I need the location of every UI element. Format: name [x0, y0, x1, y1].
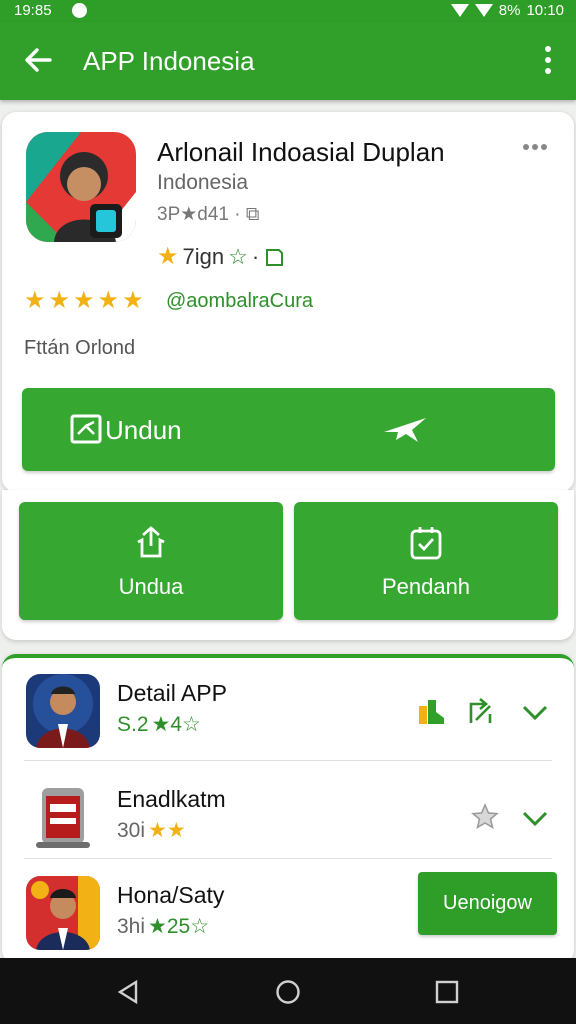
app-meta: 3P★d41 · ⧉	[157, 204, 260, 225]
list-item-rating: 3hi ★25☆	[117, 914, 209, 939]
list-item-score: 3hi	[117, 914, 146, 938]
app-thumbnail	[26, 780, 100, 854]
developer-handle[interactable]: @aombalraCura	[166, 290, 313, 313]
app-bar: APP Indonesia	[0, 22, 576, 100]
star-icon: ★	[24, 287, 46, 314]
page-title: APP Indonesia	[83, 46, 255, 76]
airplane-icon	[384, 418, 426, 442]
install-button[interactable]: Uenoigow	[418, 872, 557, 935]
list-item-name: Hona/Saty	[117, 882, 225, 908]
image-edit-icon	[70, 414, 102, 444]
chevron-down-icon[interactable]	[520, 802, 550, 832]
more-horizontal-icon[interactable]	[522, 141, 548, 153]
star-icon: ★	[48, 287, 71, 314]
list-item-stars: ★4☆	[151, 713, 201, 736]
chart-icon[interactable]	[416, 696, 446, 726]
list-item-rating: 30i ★★	[117, 818, 186, 843]
signal-icon	[474, 4, 493, 17]
status-indicators: 8% 10:10	[450, 2, 564, 19]
pendah-button[interactable]: Pendanh	[294, 502, 558, 620]
upload-icon	[137, 526, 165, 558]
notification-icon	[72, 3, 87, 18]
app-rating-text: 7ign	[182, 244, 225, 269]
download-label: Undun	[105, 415, 182, 445]
list-item-name: Enadlkatm	[117, 786, 226, 812]
star-icon: ★	[73, 287, 95, 314]
list-item-stars: ★★	[148, 819, 186, 842]
app-thumbnail	[26, 876, 100, 950]
app-icon	[26, 132, 136, 242]
arrow-left-icon[interactable]	[22, 44, 54, 76]
app-developer: Indonesia	[157, 171, 249, 194]
pendah-label: Pendanh	[381, 574, 471, 599]
list-item-rating: S.2 ★4☆	[117, 712, 201, 737]
divider	[24, 760, 552, 761]
star-outline-icon: ☆	[228, 244, 248, 269]
wifi-icon	[450, 4, 469, 17]
app-thumbnail	[26, 674, 100, 748]
app-name: Arlonail Indoasial Duplan	[157, 137, 445, 167]
unduh-label: Undua	[118, 574, 184, 599]
separator-dot: ·	[251, 244, 260, 269]
home-nav-icon[interactable]	[275, 979, 301, 1005]
bookmark-icon[interactable]	[263, 246, 285, 268]
status-time: 19:85	[14, 2, 52, 19]
calendar-check-icon	[410, 527, 442, 560]
system-nav-bar	[0, 958, 576, 1024]
more-vertical-icon[interactable]	[538, 44, 558, 76]
star-icon: ★	[122, 287, 144, 314]
download-button[interactable]: Undun	[22, 388, 555, 471]
star-outline-icon[interactable]	[470, 802, 500, 832]
unduh-button[interactable]: Undua	[19, 502, 283, 620]
status-bar: 19:85 8% 10:10	[0, 0, 576, 22]
star-icon: ★	[97, 287, 120, 314]
share-icon[interactable]	[466, 696, 496, 726]
list-item[interactable]: Enadlkatm 30i ★★	[2, 762, 574, 862]
status-clock: 10:10	[526, 2, 564, 19]
list-item-name: Detail APP	[117, 680, 227, 706]
battery-level: 8%	[498, 2, 521, 19]
rating-stars: ★ ★ ★ ★ ★	[24, 289, 144, 313]
app-rating-line: ★ 7ign ☆ ·	[157, 244, 285, 270]
recents-nav-icon[interactable]	[434, 979, 460, 1005]
chevron-down-icon[interactable]	[520, 696, 550, 726]
app-subtitle: Fttán Orlond	[24, 337, 136, 359]
list-item-stars: ★25☆	[148, 915, 210, 938]
list-item[interactable]: Detail APP S.2 ★4☆	[2, 656, 574, 756]
star-icon: ★	[157, 243, 179, 270]
back-nav-icon[interactable]	[116, 979, 142, 1005]
list-item-score: 30i	[117, 818, 146, 842]
list-item-score: S.2	[117, 712, 149, 736]
